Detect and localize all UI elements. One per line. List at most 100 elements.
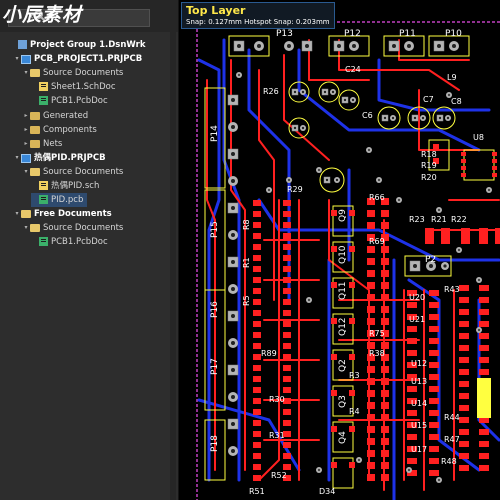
folder-open-icon [30, 224, 40, 233]
smd-pad [283, 420, 291, 426]
designator-r43: R43 [444, 285, 460, 294]
tree-item[interactable]: ▸ Nets [22, 137, 62, 151]
smd-pad [459, 393, 469, 399]
tree-item[interactable]: Sheet1.SchDoc [31, 80, 116, 94]
tree-item[interactable]: ▾ 热偶PID.PRJPCB [13, 151, 106, 165]
tree-item-label: PCB_PROJECT1.PRJPCB [34, 54, 143, 65]
tree-item[interactable]: ▾ PCB_PROJECT1.PRJPCB [13, 52, 142, 66]
tree-item[interactable]: PCB1.PcbDoc [31, 235, 108, 249]
smd-pad [479, 429, 489, 435]
smd-pad [381, 414, 389, 421]
tree-item[interactable]: PCB1.PcbDoc [31, 94, 108, 108]
tree-item-label: Source Documents [43, 223, 124, 234]
smd-pad [283, 288, 291, 294]
drill-hole [413, 116, 417, 120]
pcb-file-icon [39, 237, 48, 247]
smd-pad [253, 453, 261, 459]
smd-pad [367, 270, 375, 277]
drill-hole [231, 152, 235, 156]
smd-pad [381, 402, 389, 409]
designator-p12: P12 [344, 29, 361, 39]
tree-item[interactable]: 热偶PID.sch [31, 179, 99, 193]
tree-item[interactable]: ▸ Generated [22, 109, 88, 123]
capacitor-outline [319, 167, 345, 193]
tree-item[interactable]: Project Group 1.DsnWrk [10, 38, 146, 52]
drill-hole [335, 178, 339, 182]
smd-pad [283, 343, 291, 349]
smd-pad [381, 438, 389, 445]
expand-arrow-icon[interactable]: ▾ [22, 165, 30, 179]
smd-pad [459, 345, 469, 351]
designator-r47: R47 [444, 435, 460, 444]
smd-pad [367, 438, 375, 445]
smd-pad [459, 441, 469, 447]
expand-arrow-icon[interactable]: ▾ [22, 66, 30, 80]
smd-pad [429, 302, 439, 308]
smd-pad [429, 434, 439, 440]
folder-open-icon [30, 69, 40, 78]
silkscreen-outline [463, 149, 495, 181]
tree-item[interactable]: ▾ Free Documents [13, 207, 111, 221]
smd-pad [461, 159, 466, 163]
drill-hole [337, 44, 341, 48]
designator-c6: C6 [362, 111, 373, 120]
expand-arrow-icon[interactable]: ▾ [13, 207, 21, 221]
drill-hole [231, 422, 235, 426]
drill-hole [325, 178, 329, 182]
via-hole [477, 278, 481, 282]
smd-pad [459, 465, 469, 471]
smd-pad [349, 354, 355, 360]
designator-r19: R19 [421, 161, 437, 170]
smd-pad [283, 233, 291, 239]
via-hole [237, 73, 241, 77]
designator-c7: C7 [423, 95, 434, 104]
expand-arrow-icon[interactable]: ▾ [22, 221, 30, 235]
tree-item[interactable]: ▾ Source Documents [22, 221, 123, 235]
designator-q4: Q4 [338, 431, 348, 444]
tree-item[interactable]: ▾ Source Documents [22, 165, 123, 179]
designator-p14: P14 [210, 125, 220, 142]
drill-hole [231, 368, 235, 372]
smd-pad [253, 288, 261, 294]
smd-pad [459, 429, 469, 435]
collapse-arrow-icon[interactable]: ▸ [22, 137, 30, 151]
collapse-arrow-icon[interactable]: ▸ [22, 109, 30, 123]
pcb-board-drawing[interactable]: P13 P12 P11 P10 P14 P15 P16 P17 P18 C24 R26 L9 U8 R18… [179, 0, 500, 500]
folder-icon [30, 125, 40, 134]
pcb-editor-canvas[interactable]: P13 P12 P11 P10 P14 P15 P16 P17 P18 C24 R26 L9 U8 R18… [179, 0, 500, 500]
smd-pad [479, 297, 489, 303]
tree-item[interactable]: ▾ Source Documents [22, 66, 123, 80]
designator-r8: R8 [242, 219, 251, 230]
smd-pad [283, 299, 291, 305]
tree-item[interactable]: PID.pcb [31, 193, 88, 208]
via-hole [487, 188, 491, 192]
via-hole [267, 188, 271, 192]
smd-pad [479, 441, 489, 447]
drill-hole [305, 44, 309, 48]
smd-pad [381, 366, 389, 373]
expand-arrow-icon[interactable]: ▾ [13, 151, 21, 165]
smd-pad [283, 222, 291, 228]
drill-hole [257, 44, 261, 48]
crystal-body [477, 378, 491, 418]
designator-p10: P10 [445, 29, 462, 39]
expand-arrow-icon[interactable]: ▾ [13, 52, 21, 66]
schematic-file-icon [39, 82, 48, 92]
smd-pad [283, 266, 291, 272]
tree-item[interactable]: ▸ Components [22, 123, 96, 137]
drill-hole [437, 44, 441, 48]
drill-hole [231, 314, 235, 318]
smd-pad [459, 369, 469, 375]
drill-hole [293, 90, 297, 94]
bottom-layer-trace [377, 58, 491, 112]
panel-scrollbar[interactable] [170, 32, 176, 500]
smd-pad [367, 450, 375, 457]
designator-r18: R18 [421, 150, 437, 159]
snap-status: Snap: 0.127mm Hotspot Snap: 0.203mm [186, 18, 330, 26]
smd-pad [461, 152, 466, 156]
tree-item-label: Nets [43, 138, 63, 149]
designator-r23: R23 [409, 215, 425, 224]
smd-pad [367, 210, 375, 217]
smd-pad [479, 228, 488, 244]
collapse-arrow-icon[interactable]: ▸ [22, 123, 30, 137]
